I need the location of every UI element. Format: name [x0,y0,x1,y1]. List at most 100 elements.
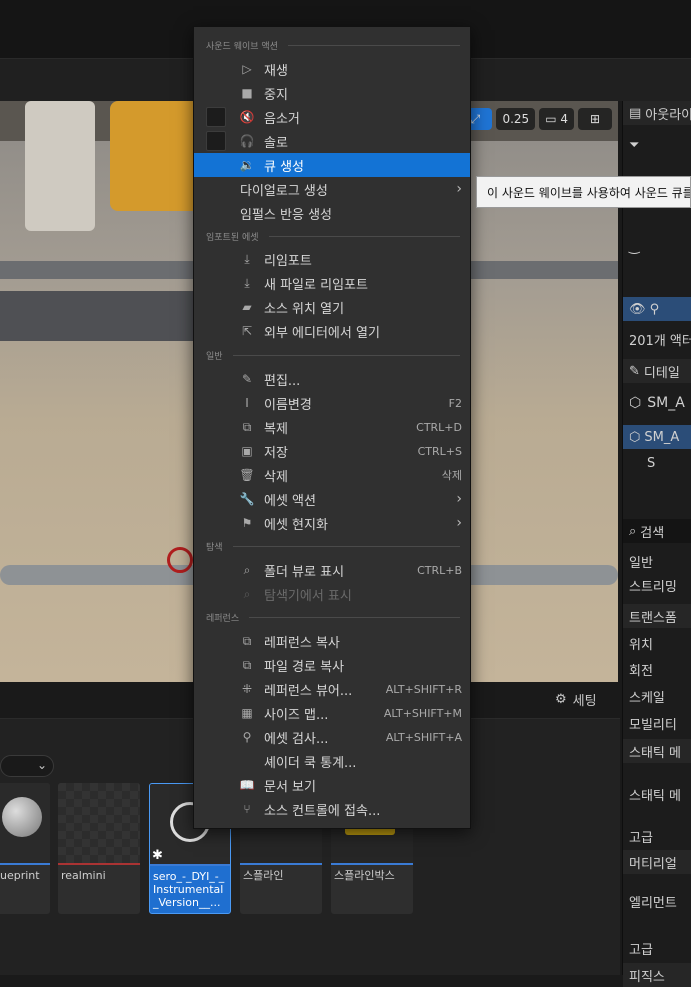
menu-item-mute[interactable]: 🔇 음소거 [194,105,470,129]
asset-name-text: SM_A [647,395,685,411]
menu-item-reimport-new-file[interactable]: ⤓ 새 파일로 리임포트 [194,271,470,295]
section-transform[interactable]: 트랜스폼 [623,604,691,628]
menu-item-rename[interactable]: Ⅰ 이름변경 F2 [194,391,470,415]
outliner-details-panel: ▤ 아웃라이 ⏷ ‿ 👁 ⚲ 201개 액터 ✎ 디테일 ⬡ SM_A ⬡ SM… [622,101,691,987]
section-imported-asset: 임포트된 에셋 [206,229,460,243]
details-icon: ✎ [629,363,640,379]
external-link-icon: ⇱ [241,324,253,338]
asterisk-icon: ✱ [152,848,163,863]
outliner-filter[interactable]: ⏷ [623,133,691,157]
menu-item-create-dialogue[interactable]: 다이얼로그 생성 › [194,177,470,201]
outliner-icon: ▤ [629,105,642,121]
section-physics[interactable]: 피직스 [623,963,691,987]
outliner-title: 아웃라이 [645,107,691,123]
menu-item-audit-asset[interactable]: ⚲ 에셋 검사... ALT+SHIFT+A [194,725,470,749]
menu-item-connect-source-control[interactable]: ⑂ 소스 컨트롤에 접속... [194,797,470,821]
asset-thumbnail [58,783,140,863]
asset-label: 스플라인박스 [334,869,395,882]
section-general: 일반 [206,348,460,362]
filter-icon: ⏷ [629,137,640,153]
camera-icon: ▭ [545,112,557,126]
settings-button[interactable]: ⚙ 세팅 [555,690,597,709]
section-references: 레퍼런스 [206,610,460,624]
asset-thumbnail [0,783,50,863]
pencil-icon: ✎ [241,372,253,386]
solo-checkbox[interactable] [206,131,226,151]
advanced-toggle-2[interactable]: 고급 [623,936,691,960]
menu-item-reference-viewer[interactable]: ⁜ 레퍼런스 뷰어... ALT+SHIFT+R [194,677,470,701]
menu-item-play[interactable]: ▷ 재생 [194,57,470,81]
layout-icon[interactable]: ⊞ [578,108,612,130]
menu-item-asset-localization[interactable]: ⚑ 에셋 현지화 › [194,511,470,535]
advanced-toggle-1[interactable]: 고급 [623,824,691,848]
outliner-selected-row[interactable]: 👁 ⚲ [623,297,691,321]
transform-location[interactable]: 위치 [623,631,691,655]
menu-item-create-impulse-response[interactable]: 임펄스 반응 생성 [194,201,470,225]
asset-tile[interactable]: realmini [58,783,140,914]
eye-icon: 👁 [629,301,646,317]
filter-dropdown[interactable]: ⌄ [0,755,54,777]
gear-icon: ⚙ [555,692,567,707]
chevron-right-icon: › [456,181,462,197]
mobility-label: 모빌리티 [629,717,677,733]
section-static-mesh[interactable]: 스태틱 메 [623,739,691,763]
details-asset-name: ⬡ SM_A [623,391,691,415]
section-materials[interactable]: 머티리얼 [623,850,691,874]
outliner-header: ▤ 아웃라이 [623,101,691,125]
menu-item-stop[interactable]: ■ 중지 [194,81,470,105]
menu-item-show-in-folder-view[interactable]: ⌕ 폴더 뷰로 표시 CTRL+B [194,558,470,582]
menu-item-size-map[interactable]: ▦ 사이즈 맵... ALT+SHIFT+M [194,701,470,725]
menu-item-delete[interactable]: 🗑 삭제 삭제 [194,463,470,487]
reimport-icon: ⤓ [244,251,250,266]
camera-speed-button[interactable]: ▭ 4 [539,108,574,130]
wrench-icon: 🔧 [239,492,255,506]
size-map-icon: ▦ [241,706,253,720]
asset-label: realmini [61,869,106,882]
menu-item-save[interactable]: ▣ 저장 CTRL+S [194,439,470,463]
transform-rotation[interactable]: 회전 [623,657,691,681]
details-search[interactable]: ⌕ 검색 [623,519,691,543]
search-icon: ⌕ [629,523,637,539]
menu-item-edit[interactable]: ✎ 편집... [194,367,470,391]
component-child-name: S [647,455,656,471]
element-label: 엘리먼트 [629,895,677,911]
menu-item-duplicate[interactable]: ⧉ 복제 CTRL+D [194,415,470,439]
component-name: SM_A [644,429,680,445]
duplicate-icon: ⧉ [242,419,252,434]
transform-scale[interactable]: 스케일 [623,684,691,708]
save-icon: ▣ [241,444,253,458]
copy-reference-icon: ⧉ [242,633,252,648]
asset-tile[interactable]: ueprint [0,783,50,914]
valve-wheel [167,547,193,573]
chevron-down-icon: ⌄ [36,758,47,772]
audit-icon: ⚲ [242,730,252,744]
eye-closed-icon: ‿ [629,239,640,255]
chevron-right-icon: › [456,491,462,507]
menu-item-asset-actions[interactable]: 🔧 에셋 액션 › [194,487,470,511]
rename-icon: Ⅰ [245,396,249,410]
menu-item-solo[interactable]: 🎧 솔로 [194,129,470,153]
filter-general-button[interactable]: 일반 [623,549,691,573]
menu-item-create-cue[interactable]: 🔉 큐 생성 [194,153,470,177]
copy-path-icon: ⧉ [242,657,252,672]
chevron-right-icon: › [456,515,462,531]
details-header: ✎ 디테일 [623,359,691,383]
menu-item-copy-file-path[interactable]: ⧉ 파일 경로 복사 [194,653,470,677]
component-child-row[interactable]: S [623,451,691,475]
mute-checkbox[interactable] [206,107,226,127]
speed-value[interactable]: 0.25 [496,108,536,130]
filter-streaming-button[interactable]: 스트리밍 [623,573,691,597]
section-explore: 탐색 [206,539,460,553]
menu-item-reimport[interactable]: ⤓ 리임포트 [194,247,470,271]
reimport-icon: ⤓ [244,275,250,290]
menu-item-open-source-location[interactable]: ▰ 소스 위치 열기 [194,295,470,319]
menu-item-open-external-editor[interactable]: ⇱ 외부 에디터에서 열기 [194,319,470,343]
menu-item-view-docs[interactable]: 📖 문서 보기 [194,773,470,797]
component-row-selected[interactable]: ⬡ SM_A [623,425,691,449]
menu-item-shader-cook-stats[interactable]: 셰이더 쿡 통계... [194,749,470,773]
menu-item-copy-reference[interactable]: ⧉ 레퍼런스 복사 [194,629,470,653]
outliner-visibility[interactable]: ‿ [623,235,691,259]
scene-yellow-tank [110,101,200,211]
flag-icon: ⚑ [241,516,253,530]
menu-item-show-in-explorer: ⌕ 탐색기에서 표시 [194,582,470,606]
